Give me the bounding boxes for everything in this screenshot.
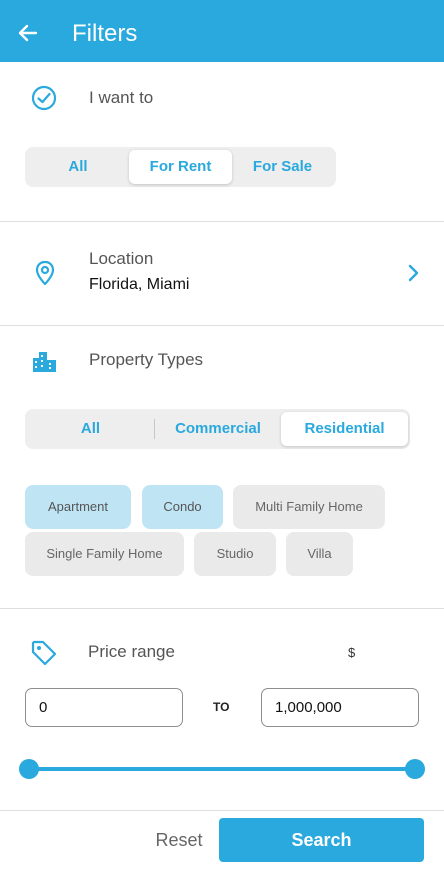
divider [0,810,444,811]
price-to-label: TO [213,700,230,714]
chip-multi-family-home[interactable]: Multi Family Home [233,485,385,529]
chip-studio[interactable]: Studio [194,532,276,576]
intent-option-all[interactable]: All [28,150,128,184]
price-min-input[interactable] [25,688,183,727]
intent-option-for-rent[interactable]: For Rent [129,150,232,184]
category-option-commercial[interactable]: Commercial [156,412,280,446]
divider [0,325,444,326]
price-slider-max-thumb[interactable] [405,759,425,779]
map-pin-icon [35,260,55,286]
tag-icon [31,640,57,666]
intent-label: I want to [89,88,154,107]
chip-condo[interactable]: Condo [142,485,223,529]
divider [154,419,155,439]
chip-single-family-home[interactable]: Single Family Home [25,532,184,576]
check-circle-icon [31,85,57,111]
arrow-left-icon[interactable] [14,19,42,47]
reset-button[interactable]: Reset [140,825,218,855]
chip-apartment[interactable]: Apartment [25,485,131,529]
category-option-residential[interactable]: Residential [281,412,408,446]
location-value: Florida, Miami [89,276,190,293]
chevron-right-icon[interactable] [404,262,424,284]
category-option-all[interactable]: All [28,412,153,446]
price-slider-min-thumb[interactable] [19,759,39,779]
intent-segmented-control: All For Rent For Sale [25,147,336,187]
property-category-segmented-control: All Commercial Residential [25,409,410,449]
price-max-input[interactable] [261,688,419,727]
divider [0,221,444,222]
buildings-icon [33,352,56,372]
price-range-label: Price range [88,642,175,661]
location-label: Location [89,249,154,268]
currency-label: $ [348,645,356,660]
divider [0,608,444,609]
app-header: Filters [0,0,444,62]
intent-option-for-sale[interactable]: For Sale [232,150,333,184]
page-title: Filters [72,20,138,47]
property-types-label: Property Types [89,350,204,369]
search-button[interactable]: Search [219,818,424,862]
chip-villa[interactable]: Villa [286,532,353,576]
price-slider-track[interactable] [28,767,416,771]
